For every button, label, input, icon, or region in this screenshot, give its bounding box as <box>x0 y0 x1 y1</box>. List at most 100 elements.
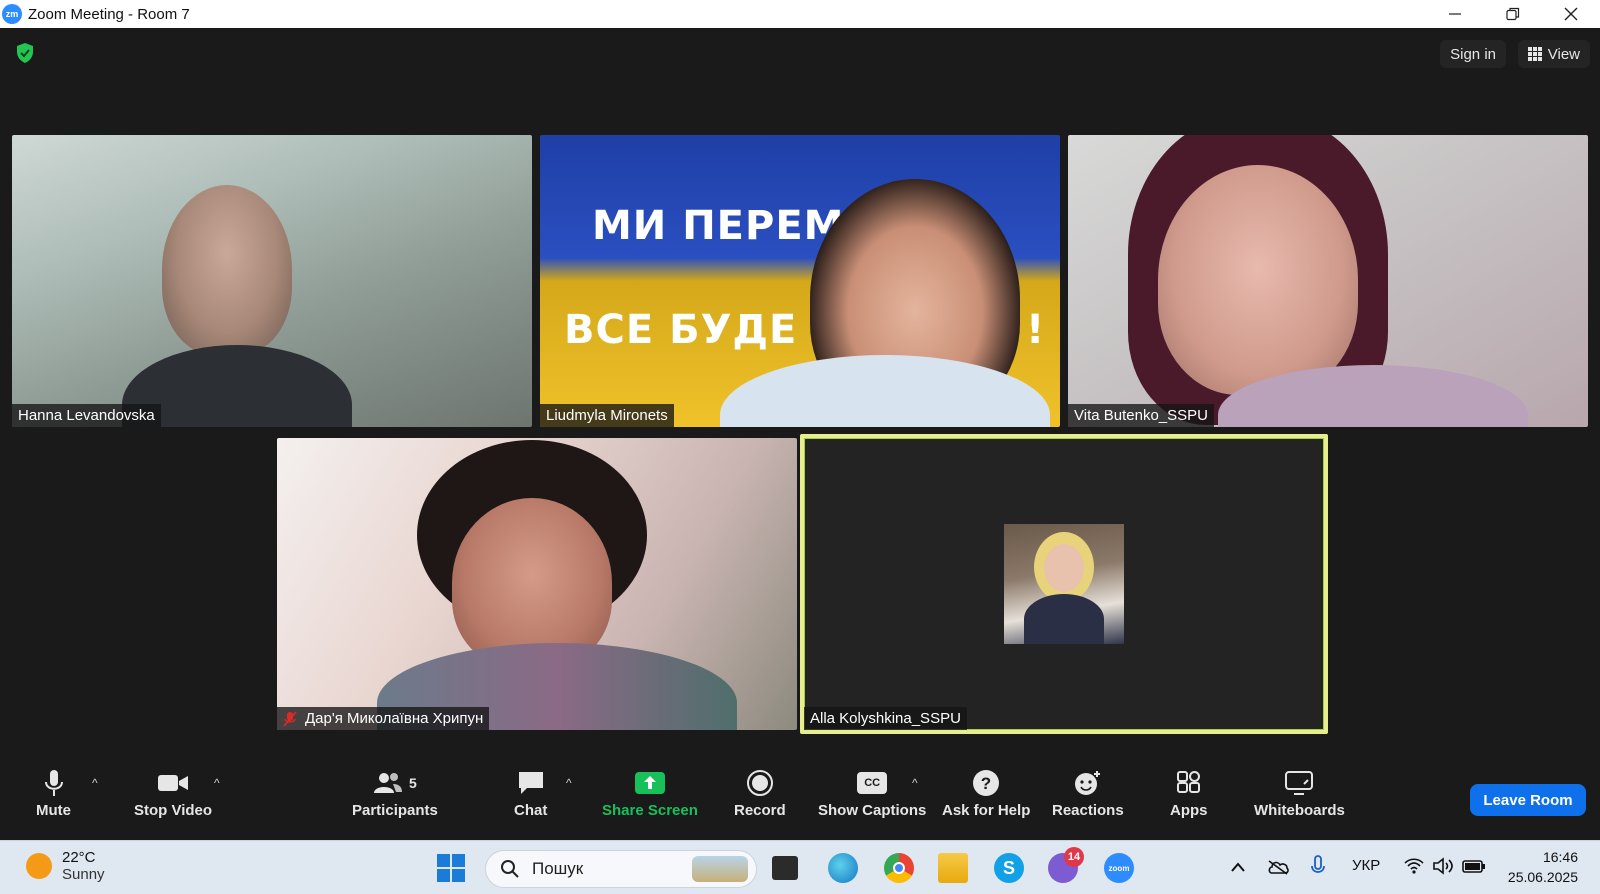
sun-icon <box>26 853 52 879</box>
encryption-shield-icon[interactable] <box>15 42 35 64</box>
participant-video-image <box>452 498 612 668</box>
search-highlight-image <box>692 856 748 882</box>
viber-notification-badge: 14 <box>1064 847 1084 867</box>
close-icon <box>1564 7 1578 21</box>
video-tile-active-speaker[interactable]: Alla Kolyshkina_SSPU <box>800 434 1328 734</box>
sign-in-button[interactable]: Sign in <box>1440 40 1506 68</box>
sign-in-label: Sign in <box>1450 45 1496 63</box>
ask-for-help-label: Ask for Help <box>942 802 1031 819</box>
stop-video-button[interactable]: Stop Video <box>134 768 212 819</box>
help-question-icon: ? <box>973 770 1000 796</box>
apps-button[interactable]: Apps <box>1170 768 1208 819</box>
edge-browser-icon[interactable] <box>828 853 858 883</box>
windows-taskbar: 22°C Sunny Пошук S 14 zoom УКР 16:46 25.… <box>0 840 1600 894</box>
record-button[interactable]: Record <box>734 768 786 819</box>
video-tile[interactable]: Hanna Levandovska <box>12 135 532 427</box>
share-screen-button[interactable]: Share Screen <box>602 768 698 819</box>
window-controls <box>1426 0 1600 28</box>
keyboard-language-indicator[interactable]: УКР <box>1352 857 1380 874</box>
mute-button[interactable]: Mute <box>36 768 71 819</box>
ask-for-help-button[interactable]: ? Ask for Help <box>942 768 1030 819</box>
avatar-face-image <box>1044 544 1084 592</box>
chat-button[interactable]: Chat <box>514 768 547 819</box>
search-icon <box>501 860 519 878</box>
record-icon <box>746 770 773 796</box>
apps-icon <box>1176 771 1200 793</box>
speaker-volume-icon[interactable] <box>1432 857 1454 875</box>
video-tile[interactable]: Дар'я Миколаївна Хрипун <box>277 438 797 730</box>
show-captions-button[interactable]: CC Show Captions <box>818 768 926 819</box>
closed-captions-icon: CC <box>857 772 888 794</box>
weather-temperature: 22°C <box>62 849 96 866</box>
meeting-area: Sign in View Hanna Levandovska МИ ПЕРЕМО… <box>0 28 1600 840</box>
skype-icon[interactable]: S <box>994 853 1024 883</box>
video-tile[interactable]: МИ ПЕРЕМО ВСЕ БУДЕ ! Liudmyla Mironets <box>540 135 1060 427</box>
zoom-app-icon[interactable]: zoom <box>1104 853 1134 883</box>
wifi-icon[interactable] <box>1404 857 1424 875</box>
show-hidden-icons-chevron-icon[interactable] <box>1230 861 1246 873</box>
stop-video-label: Stop Video <box>134 802 213 819</box>
whiteboard-icon <box>1285 771 1314 795</box>
search-placeholder: Пошук <box>532 859 584 878</box>
participant-video-image <box>162 185 292 355</box>
microphone-tray-icon[interactable] <box>1310 855 1326 879</box>
reactions-button[interactable]: Reactions <box>1052 768 1124 819</box>
participant-name-label: Hanna Levandovska <box>12 404 161 427</box>
minimize-icon <box>1449 13 1461 15</box>
background-banner-text: ВСЕ БУДЕ <box>564 307 798 353</box>
whiteboards-button[interactable]: Whiteboards <box>1254 768 1345 819</box>
minimize-button[interactable] <box>1426 0 1484 28</box>
taskbar-search-box[interactable]: Пошук <box>485 850 757 888</box>
mute-label: Mute <box>36 802 71 819</box>
participants-icon <box>374 773 403 793</box>
meeting-toolbar: Mute ^ Stop Video ^ 5 Participants Chat … <box>0 760 1600 840</box>
svg-text:?: ? <box>981 774 991 793</box>
participant-video-image <box>1158 165 1358 395</box>
apps-label: Apps <box>1170 802 1208 819</box>
battery-charging-icon[interactable] <box>1462 858 1486 874</box>
restore-icon <box>1506 7 1520 21</box>
system-clock[interactable]: 16:46 25.06.2025 <box>1508 847 1578 887</box>
task-view-icon[interactable] <box>772 856 798 880</box>
windows-start-icon[interactable] <box>436 853 466 883</box>
view-button[interactable]: View <box>1517 40 1590 68</box>
participants-button[interactable]: 5 Participants <box>352 768 438 819</box>
participants-count: 5 <box>409 775 417 791</box>
show-captions-label: Show Captions <box>818 802 927 819</box>
chrome-browser-icon[interactable] <box>884 853 914 883</box>
clock-date: 25.06.2025 <box>1507 869 1578 885</box>
share-screen-icon <box>634 772 665 794</box>
audio-options-chevron-icon[interactable]: ^ <box>92 776 98 790</box>
participant-name-label: Liudmyla Mironets <box>540 404 674 427</box>
video-tile[interactable]: Vita Butenko_SSPU <box>1068 135 1588 427</box>
video-options-chevron-icon[interactable]: ^ <box>214 776 220 790</box>
chat-options-chevron-icon[interactable]: ^ <box>566 776 572 790</box>
reactions-smiley-icon <box>1074 771 1100 795</box>
participant-name-label: Vita Butenko_SSPU <box>1068 404 1214 427</box>
grid-view-icon <box>1527 47 1542 61</box>
zoom-app-label: zoom <box>1108 863 1130 873</box>
background-banner-text: ! <box>1026 307 1046 353</box>
participants-label: Participants <box>352 802 438 819</box>
share-screen-label: Share Screen <box>602 802 698 819</box>
weather-description: Sunny <box>62 866 105 883</box>
record-label: Record <box>734 802 786 819</box>
view-label: View <box>1547 45 1580 63</box>
captions-options-chevron-icon[interactable]: ^ <box>912 776 918 790</box>
leave-room-button[interactable]: Leave Room <box>1470 784 1586 816</box>
onedrive-cloud-icon[interactable] <box>1266 859 1290 875</box>
muted-mic-icon <box>283 710 297 727</box>
zoom-logo-icon: zm <box>2 4 22 24</box>
file-explorer-icon[interactable] <box>938 853 968 883</box>
title-bar: zm Zoom Meeting - Room 7 <box>0 0 1600 28</box>
chrome-center-icon <box>893 862 905 874</box>
chat-label: Chat <box>514 802 548 819</box>
close-button[interactable] <box>1542 0 1600 28</box>
video-camera-icon <box>158 775 189 791</box>
restore-button[interactable] <box>1484 0 1542 28</box>
window-title: Zoom Meeting - Room 7 <box>28 5 190 23</box>
reactions-label: Reactions <box>1052 802 1124 819</box>
weather-widget[interactable]: 22°C Sunny <box>26 849 105 883</box>
clock-time: 16:46 <box>1542 849 1578 865</box>
participant-name-label: Alla Kolyshkina_SSPU <box>804 707 967 730</box>
